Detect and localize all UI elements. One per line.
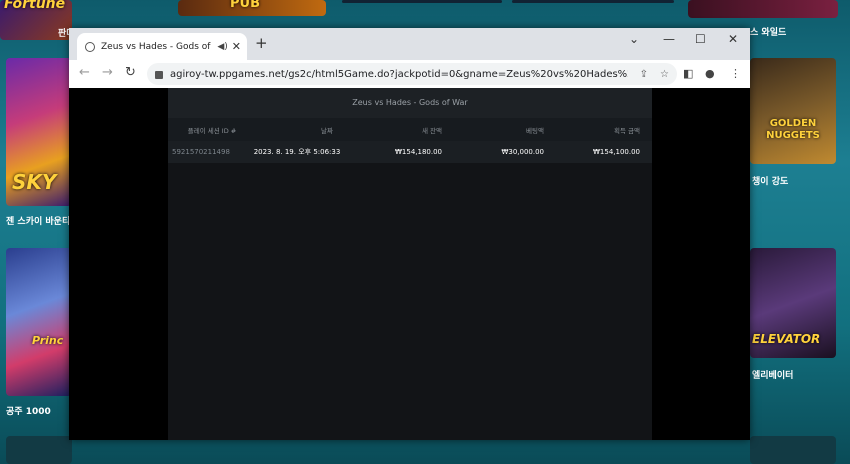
- game-label: 챙이 강도: [752, 177, 789, 187]
- history-panel: Zeus vs Hades - Gods of War 플레이 세션 ID # …: [168, 88, 652, 440]
- date-cell: 2023. 8. 19. 오후 5:06:33: [253, 148, 341, 156]
- url-text[interactable]: agiroy-tw.ppgames.net/gs2c/html5Game.do?…: [170, 69, 628, 80]
- game-tile[interactable]: [6, 436, 72, 464]
- game-tile-golden-nuggets[interactable]: GOLDEN NUGGETS: [750, 58, 836, 164]
- browser-toolbar: ← → ↻ agiroy-tw.ppgames.net/gs2c/html5Ga…: [69, 60, 750, 88]
- game-tile[interactable]: [512, 0, 674, 3]
- game-tile[interactable]: [342, 0, 502, 3]
- menu-kebab-icon[interactable]: ⋮: [730, 67, 741, 80]
- page-title: Zeus vs Hades - Gods of War: [168, 88, 652, 118]
- column-header: 베팅액: [526, 126, 544, 135]
- column-header: 플레이 세션 ID #: [187, 126, 237, 135]
- game-tile-elevator[interactable]: ELEVATOR: [750, 248, 836, 358]
- game-label: 스 와일드: [750, 28, 787, 38]
- table-header: 플레이 세션 ID # 날짜 새 잔액 베팅액 획득 금액: [168, 118, 652, 141]
- game-label: 엘리베이터: [752, 371, 794, 381]
- session-id-cell: 5921570211498: [172, 148, 230, 156]
- globe-icon: [85, 41, 95, 52]
- win-amount-cell: ₩154,100.00: [592, 148, 640, 156]
- column-header: 새 잔액: [421, 126, 442, 135]
- close-window-button[interactable]: ✕: [728, 32, 738, 46]
- game-logo: ELEVATOR: [752, 332, 821, 346]
- browser-window: Zeus vs Hades - Gods of W ◀) ✕ + ⌄ — ☐ ✕…: [69, 28, 750, 440]
- share-icon[interactable]: ⇪: [640, 69, 648, 80]
- title-bar: Zeus vs Hades - Gods of W ◀) ✕ + ⌄ — ☐ ✕: [69, 28, 750, 60]
- game-logo: Fortune: [4, 0, 66, 12]
- tab-title: Zeus vs Hades - Gods of W: [101, 41, 214, 52]
- speaker-icon[interactable]: ◀): [217, 42, 227, 52]
- bookmark-star-icon[interactable]: ☆: [660, 69, 669, 80]
- game-label: 젠 스카이 바운티: [6, 217, 71, 227]
- game-label: 공주 1000: [6, 407, 51, 417]
- page-content: Zeus vs Hades - Gods of War 플레이 세션 ID # …: [69, 88, 750, 440]
- profile-avatar-icon[interactable]: ●: [705, 67, 715, 80]
- new-balance-cell: ₩154,180.00: [394, 148, 442, 156]
- minimize-button[interactable]: —: [663, 32, 675, 46]
- browser-tab[interactable]: Zeus vs Hades - Gods of W ◀) ✕: [77, 33, 247, 60]
- game-tile-princess[interactable]: Princ: [6, 248, 72, 396]
- column-header: 날짜: [321, 126, 333, 135]
- game-logo: Princ: [32, 334, 64, 347]
- game-tile-pub[interactable]: PUB: [178, 0, 326, 16]
- maximize-button[interactable]: ☐: [695, 32, 706, 46]
- game-logo: SKY: [12, 170, 57, 194]
- game-tile[interactable]: [750, 436, 836, 464]
- new-tab-button[interactable]: +: [255, 34, 268, 52]
- back-icon[interactable]: ←: [79, 65, 90, 80]
- tab-search-icon[interactable]: ⌄: [629, 32, 639, 46]
- game-tile-sky-bounty[interactable]: SKY: [6, 58, 72, 206]
- lock-icon[interactable]: [155, 71, 163, 79]
- game-logo: GOLDEN NUGGETS: [766, 118, 820, 141]
- forward-icon[interactable]: →: [102, 65, 113, 80]
- bet-amount-cell: ₩30,000.00: [501, 148, 544, 156]
- game-tile-wild[interactable]: [688, 0, 838, 18]
- side-panel-icon[interactable]: ◧: [683, 67, 693, 80]
- tab-close-icon[interactable]: ✕: [232, 40, 241, 53]
- table-row[interactable]: 5921570211498 2023. 8. 19. 오후 5:06:33 ₩1…: [168, 141, 652, 163]
- game-logo: PUB: [230, 0, 260, 11]
- column-header: 획득 금액: [614, 126, 640, 135]
- address-bar[interactable]: agiroy-tw.ppgames.net/gs2c/html5Game.do?…: [147, 63, 677, 85]
- reload-icon[interactable]: ↻: [125, 65, 136, 80]
